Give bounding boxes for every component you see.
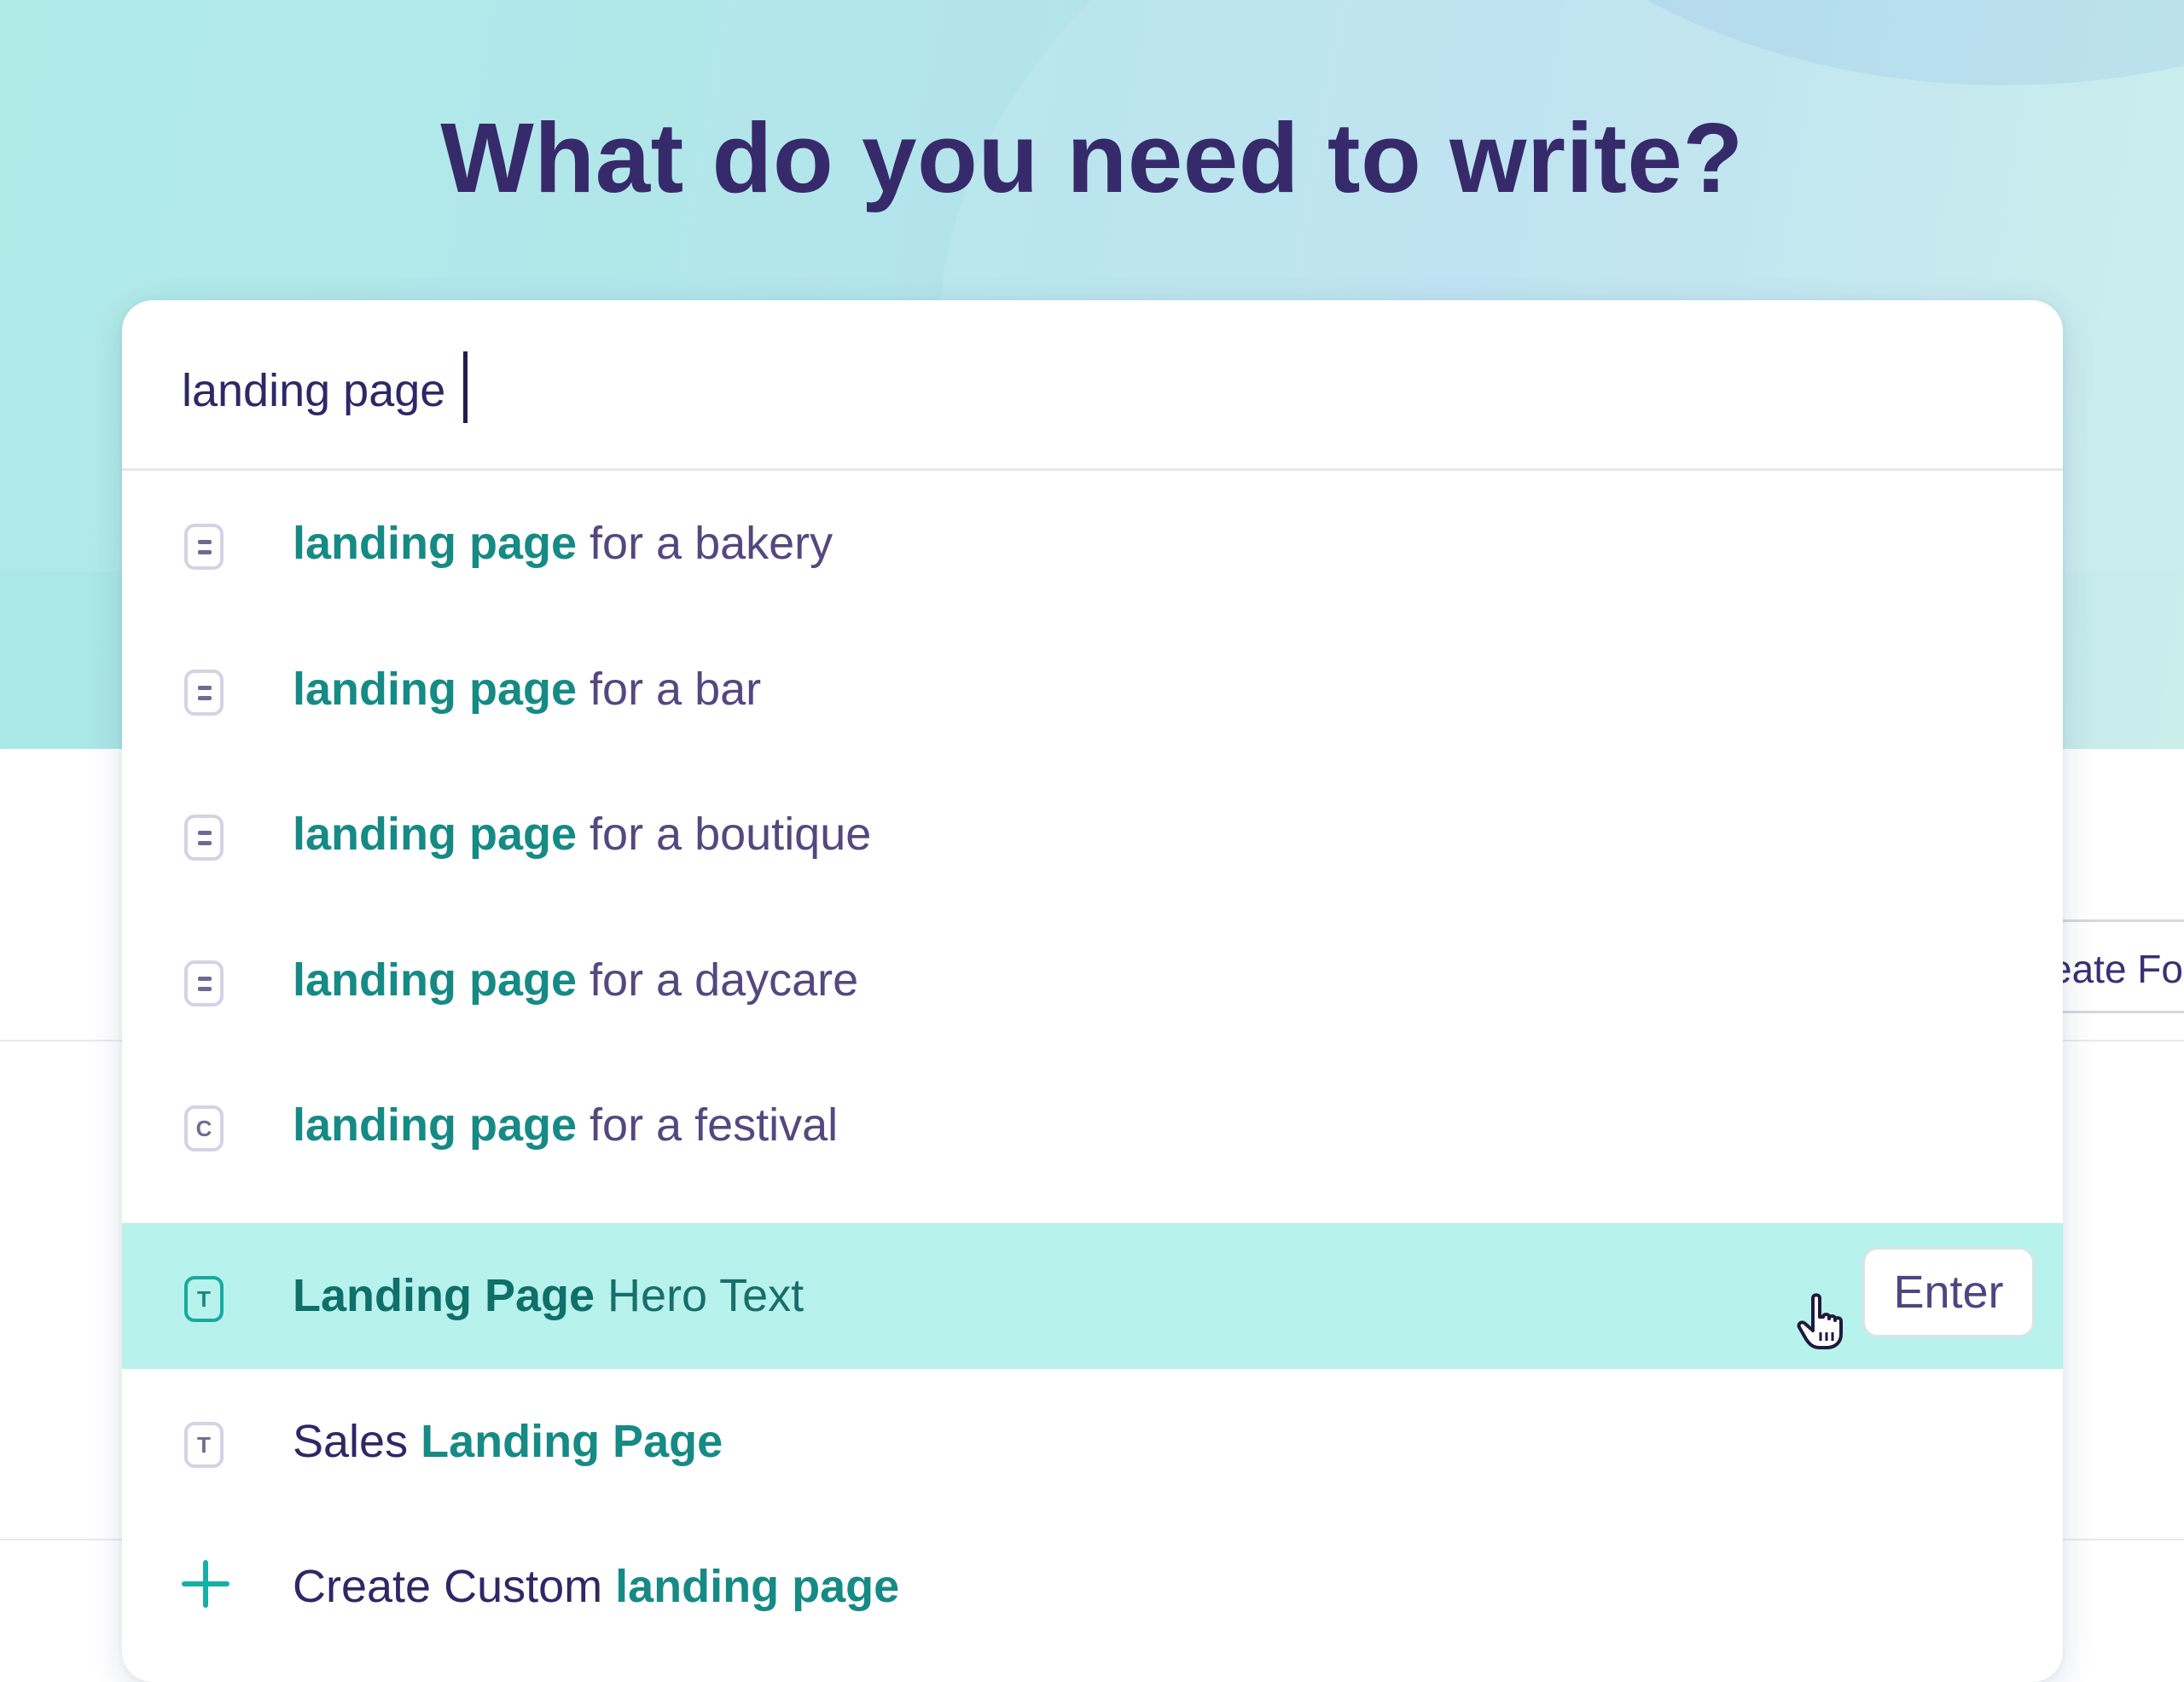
t-template-icon: T — [184, 1422, 224, 1468]
suggestion-item[interactable]: T Sales Landing Page — [122, 1369, 2063, 1515]
suggestion-label: Sales Landing Page — [293, 1416, 723, 1467]
document-icon — [184, 524, 224, 570]
t-template-icon: T — [184, 1276, 224, 1322]
text-caret — [463, 351, 468, 423]
search-input[interactable] — [182, 348, 1717, 433]
suggestion-label: Create Custom landing page — [293, 1561, 900, 1612]
suggestion-item[interactable]: landing page for a daycare — [122, 908, 2063, 1053]
pointer-hand-icon — [1797, 1293, 1843, 1349]
suggestion-label: landing page for a boutique — [293, 809, 872, 860]
suggestion-item[interactable]: landing page for a bakery — [122, 471, 2063, 617]
suggestion-item[interactable]: C landing page for a festival — [122, 1053, 2063, 1198]
page-title: What do you need to write? — [440, 102, 1744, 213]
search-dropdown-panel: landing page for a bakery landing page f… — [122, 300, 2063, 1682]
c-template-icon: C — [184, 1105, 224, 1151]
document-icon — [184, 670, 224, 716]
plus-icon — [180, 1558, 231, 1610]
suggestion-label: Landing Page Hero Text — [293, 1270, 804, 1321]
suggestion-label: landing page for a daycare — [293, 954, 859, 1006]
suggestion-item-selected[interactable]: T Landing Page Hero Text Enter — [122, 1223, 2063, 1369]
document-icon — [184, 815, 224, 861]
search-row — [122, 300, 2063, 471]
document-icon — [184, 960, 224, 1006]
suggestion-label: landing page for a festival — [293, 1099, 839, 1151]
suggestion-item[interactable]: landing page for a bar — [122, 617, 2063, 763]
suggestion-label: landing page for a bar — [293, 664, 762, 715]
create-custom-item[interactable]: Create Custom landing page — [122, 1514, 2063, 1660]
suggestion-item[interactable]: landing page for a boutique — [122, 762, 2063, 908]
suggestion-label: landing page for a bakery — [293, 518, 834, 569]
enter-shortcut-button[interactable]: Enter — [1862, 1247, 2035, 1337]
